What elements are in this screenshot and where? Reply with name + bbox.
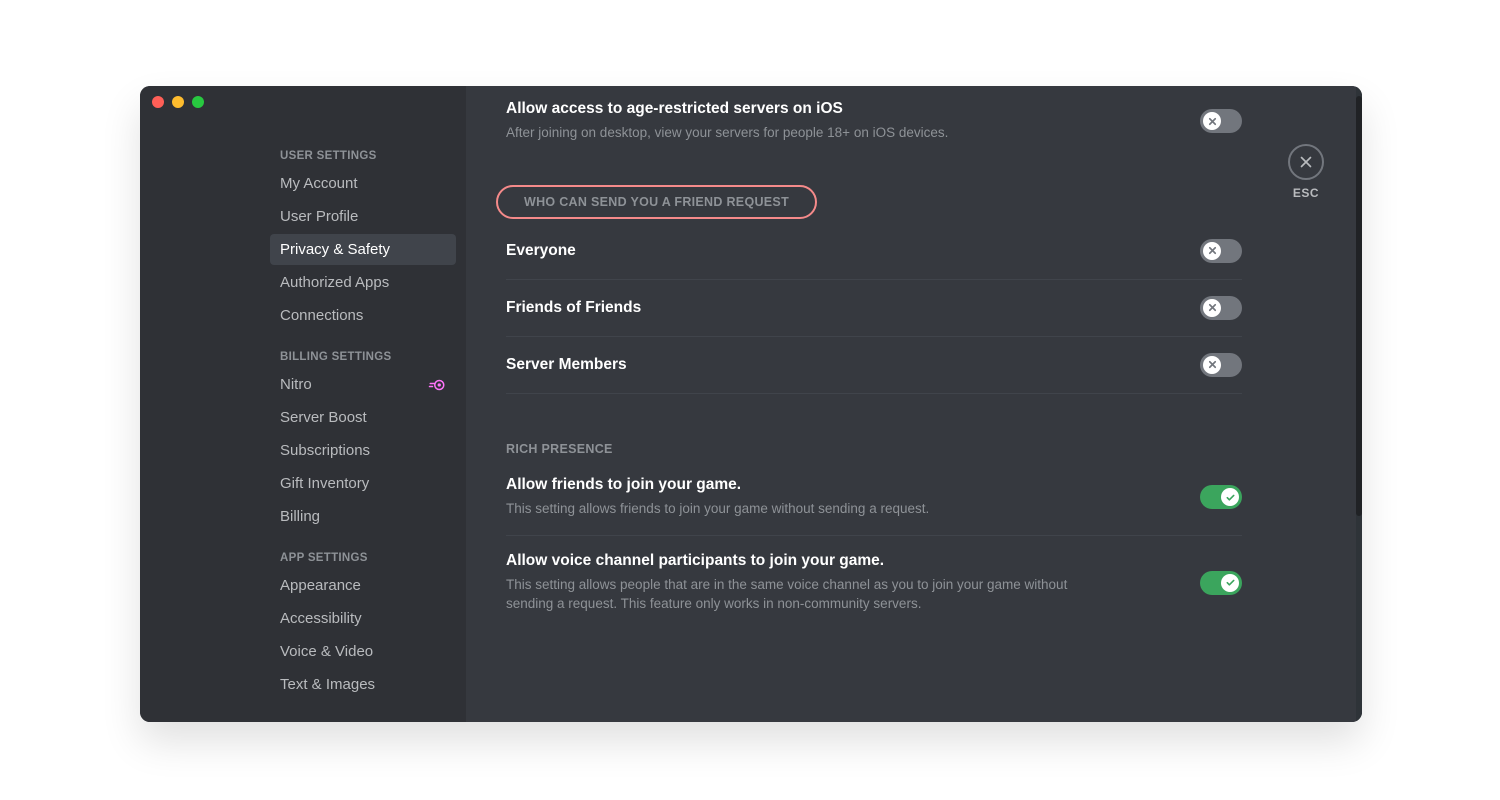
sidebar-item-text-images[interactable]: Text & Images bbox=[270, 669, 456, 700]
toggle-rich-0[interactable] bbox=[1200, 485, 1242, 509]
toggle-knob bbox=[1203, 299, 1221, 317]
annotation-highlight: WHO CAN SEND YOU A FRIEND REQUEST bbox=[496, 185, 817, 219]
sidebar-category: BILLING SETTINGS bbox=[280, 351, 456, 363]
fullscreen-window-icon[interactable] bbox=[192, 96, 204, 108]
toggle-rich-1[interactable] bbox=[1200, 571, 1242, 595]
settings-content: ESC Allow access to age-restricted serve… bbox=[466, 86, 1362, 722]
toggle-knob bbox=[1203, 112, 1221, 130]
rich-presence-row: Allow friends to join your game. This set… bbox=[506, 460, 1242, 536]
settings-window: USER SETTINGS My Account User Profile Priva… bbox=[140, 86, 1362, 722]
sidebar-item-privacy-safety[interactable]: Privacy & Safety bbox=[270, 234, 456, 265]
sidebar-item-label: Authorized Apps bbox=[280, 274, 389, 291]
section-header-friend-request: WHO CAN SEND YOU A FRIEND REQUEST bbox=[524, 195, 789, 209]
settings-sidebar: USER SETTINGS My Account User Profile Priva… bbox=[140, 86, 466, 722]
nitro-badge-icon bbox=[428, 378, 446, 392]
toggle-age-restricted-ios[interactable] bbox=[1200, 109, 1242, 133]
setting-title: Allow access to age-restricted servers o… bbox=[506, 100, 948, 118]
toggle-knob bbox=[1221, 488, 1239, 506]
setting-description: After joining on desktop, view your serv… bbox=[506, 124, 948, 143]
sidebar-category: USER SETTINGS bbox=[280, 150, 456, 162]
sidebar-item-label: Accessibility bbox=[280, 610, 362, 627]
sidebar-item-nitro[interactable]: Nitro bbox=[270, 369, 456, 400]
sidebar-item-label: Connections bbox=[280, 307, 363, 324]
sidebar-item-label: Nitro bbox=[280, 376, 312, 393]
sidebar-item-label: Text & Images bbox=[280, 676, 375, 693]
sidebar-item-voice-video[interactable]: Voice & Video bbox=[270, 636, 456, 667]
rich-presence-row: Allow voice channel participants to join… bbox=[506, 536, 1242, 630]
setting-title: Server Members bbox=[506, 356, 627, 374]
toggle-friend-everyone[interactable] bbox=[1200, 239, 1242, 263]
sidebar-item-label: Voice & Video bbox=[280, 643, 373, 660]
sidebar-item-server-boost[interactable]: Server Boost bbox=[270, 402, 456, 433]
setting-title: Friends of Friends bbox=[506, 299, 641, 317]
toggle-knob bbox=[1203, 242, 1221, 260]
sidebar-item-gift-inventory[interactable]: Gift Inventory bbox=[270, 468, 456, 499]
section-header-rich-presence: RICH PRESENCE bbox=[506, 442, 1242, 456]
sidebar-item-user-profile[interactable]: User Profile bbox=[270, 201, 456, 232]
sidebar-item-label: User Profile bbox=[280, 208, 358, 225]
esc-label: ESC bbox=[1293, 186, 1319, 200]
friend-request-row: Friends of Friends bbox=[506, 280, 1242, 337]
sidebar-item-label: Gift Inventory bbox=[280, 475, 369, 492]
sidebar-item-label: Billing bbox=[280, 508, 320, 525]
setting-title: Allow voice channel participants to join… bbox=[506, 552, 1106, 570]
sidebar-item-billing[interactable]: Billing bbox=[270, 501, 456, 532]
sidebar-category: APP SETTINGS bbox=[280, 552, 456, 564]
setting-description: This setting allows friends to join your… bbox=[506, 500, 929, 519]
setting-title: Allow friends to join your game. bbox=[506, 476, 929, 494]
sidebar-item-label: My Account bbox=[280, 175, 358, 192]
scrollbar-track[interactable] bbox=[1356, 86, 1362, 722]
friend-request-row: Server Members bbox=[506, 337, 1242, 394]
minimize-window-icon[interactable] bbox=[172, 96, 184, 108]
window-controls bbox=[152, 96, 204, 108]
toggle-friend-server-members[interactable] bbox=[1200, 353, 1242, 377]
sidebar-item-label: Server Boost bbox=[280, 409, 367, 426]
sidebar-item-label: Appearance bbox=[280, 577, 361, 594]
toggle-knob bbox=[1221, 574, 1239, 592]
setting-description: This setting allows people that are in t… bbox=[506, 576, 1106, 614]
close-window-icon[interactable] bbox=[152, 96, 164, 108]
sidebar-item-label: Subscriptions bbox=[280, 442, 370, 459]
close-icon bbox=[1288, 144, 1324, 180]
sidebar-item-my-account[interactable]: My Account bbox=[270, 168, 456, 199]
sidebar-item-authorized-apps[interactable]: Authorized Apps bbox=[270, 267, 456, 298]
scrollbar-thumb[interactable] bbox=[1356, 96, 1362, 516]
sidebar-item-appearance[interactable]: Appearance bbox=[270, 570, 456, 601]
sidebar-item-connections[interactable]: Connections bbox=[270, 300, 456, 331]
toggle-friend-friends-of-friends[interactable] bbox=[1200, 296, 1242, 320]
setting-title: Everyone bbox=[506, 242, 576, 260]
sidebar-item-accessibility[interactable]: Accessibility bbox=[270, 603, 456, 634]
toggle-knob bbox=[1203, 356, 1221, 374]
friend-request-row: Everyone bbox=[506, 223, 1242, 280]
sidebar-item-label: Privacy & Safety bbox=[280, 241, 390, 258]
close-settings-button[interactable]: ESC bbox=[1288, 144, 1324, 200]
sidebar-item-subscriptions[interactable]: Subscriptions bbox=[270, 435, 456, 466]
